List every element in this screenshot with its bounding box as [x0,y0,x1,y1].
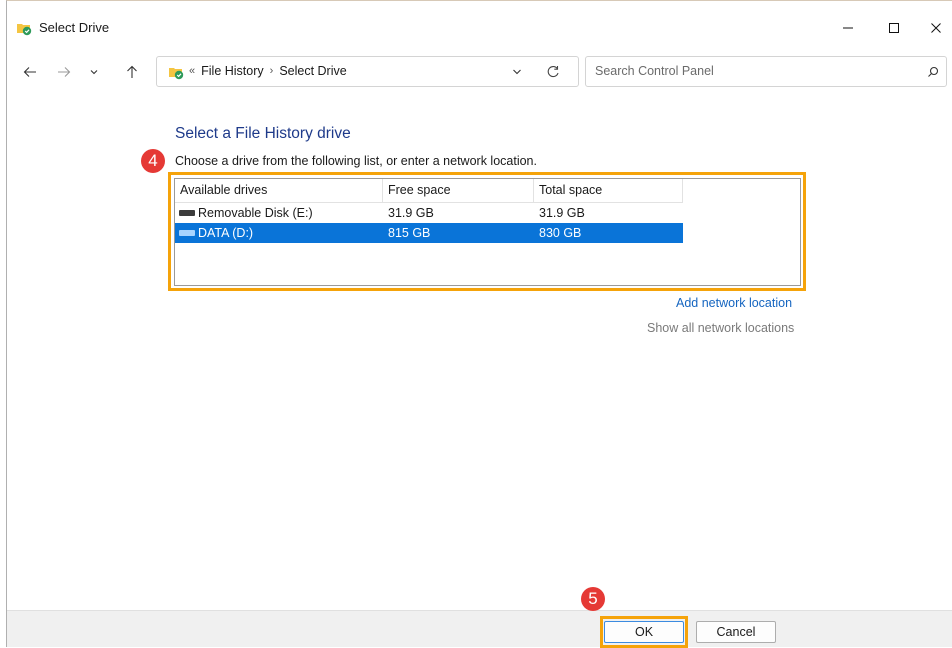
search-icon[interactable] [924,63,942,81]
dialog-footer [7,610,952,647]
up-button[interactable] [121,61,143,83]
maximize-button[interactable] [871,13,917,43]
file-history-icon [16,20,32,36]
drive-list-highlight [168,172,806,291]
breadcrumb: « File History › Select Drive [189,64,347,78]
refresh-button[interactable] [543,62,563,82]
search-input[interactable]: Search Control Panel [595,64,714,78]
minimize-button[interactable] [825,13,871,43]
address-dropdown-button[interactable] [507,62,527,82]
search-box[interactable]: Search Control Panel [585,56,947,87]
instruction-text: Choose a drive from the following list, … [175,154,537,168]
ok-button[interactable]: OK [604,621,684,643]
cancel-button[interactable]: Cancel [696,621,776,643]
step-badge-5: 5 [581,587,605,611]
recent-locations-button[interactable] [83,61,105,83]
title-bar: Select Drive [7,1,952,41]
breadcrumb-separator[interactable]: › [270,65,274,77]
navigation-bar: « File History › Select Drive Search Con… [7,51,952,91]
address-bar[interactable]: « File History › Select Drive [156,56,579,87]
breadcrumb-item-file-history[interactable]: File History [201,64,264,78]
step-badge-4: 4 [141,149,165,173]
close-button[interactable] [913,13,952,43]
window-title: Select Drive [39,20,110,35]
forward-button[interactable] [53,61,75,83]
breadcrumb-overflow[interactable]: « [189,65,195,77]
show-all-network-locations-link[interactable]: Show all network locations [647,321,794,335]
add-network-location-link[interactable]: Add network location [676,296,792,310]
select-drive-window: Select Drive « File History › Select Dri… [6,0,952,648]
back-button[interactable] [19,61,41,83]
file-history-icon [168,64,184,80]
breadcrumb-item-select-drive[interactable]: Select Drive [279,64,346,78]
page-title: Select a File History drive [175,125,351,142]
